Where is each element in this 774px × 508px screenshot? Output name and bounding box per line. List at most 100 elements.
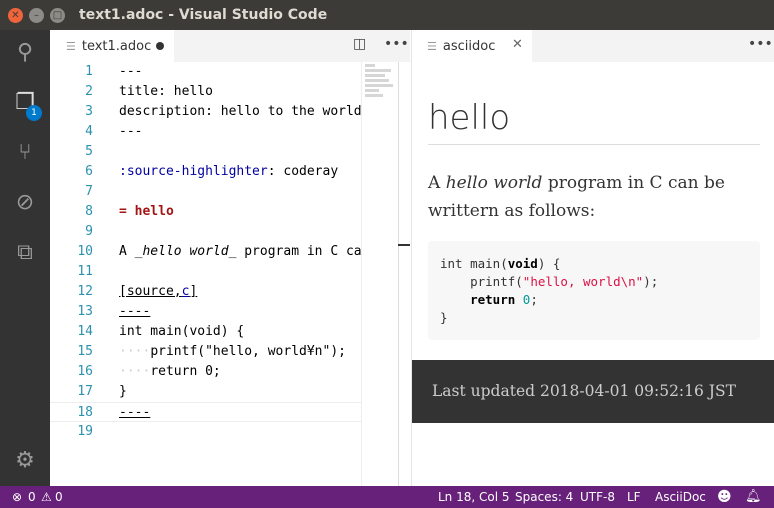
line-text: --- [119,122,142,142]
code-line[interactable]: 13 ---- [50,302,362,322]
line-number: 7 [85,184,93,199]
text: A [428,173,446,193]
line-number: 6 [85,164,93,179]
feedback-smiley-icon[interactable]: ☻ [717,486,732,508]
code-line[interactable]: 6 :source-highlighter: coderay [50,162,362,182]
activity-bar: ⚲ ❐ 1 ⑂ ⊘ ⧉ ⚙ [0,30,50,486]
scroll-position-marker [398,244,410,246]
token: ] [189,284,198,299]
token: ···· [119,364,151,379]
token: :source-highlighter [119,164,268,179]
editor-tab-bar: ☰ text1.adoc ◫ ••• [50,30,410,62]
line-number: 4 [85,124,93,139]
tab-label: asciidoc [442,38,496,54]
title-bar: ✕ – □ text1.adoc - Visual Studio Code [0,0,774,30]
token: } [119,384,127,399]
code-line[interactable]: 18 ---- [50,402,362,422]
extensions-icon[interactable]: ⧉ [10,238,40,268]
minimap[interactable] [362,62,398,486]
preview-tab-bar: ☰ asciidoc ✕ ••• [412,30,774,62]
language-mode[interactable]: AsciiDoc [655,486,706,508]
notifications-bell-icon[interactable]: 🔔︎ [745,486,762,508]
indentation[interactable]: Spaces: 4 [515,486,573,508]
debug-icon[interactable]: ⊘ [10,188,40,218]
code-line[interactable]: 8 = hello [50,202,362,222]
line-text: ---- [119,302,150,322]
code-line[interactable]: 16 ····return 0; [50,362,362,382]
code-line[interactable]: 14 int main(void) { [50,322,362,342]
code-line[interactable]: 3 description: hello to the world [50,102,362,122]
preview-footer: Last updated 2018-04-01 09:52:16 JST [412,360,774,423]
minimize-window-button[interactable]: – [29,7,44,23]
vertical-scrollbar[interactable] [398,62,399,486]
line-number: 18 [77,405,93,420]
line-text: } [119,382,127,402]
code-line[interactable]: 4 --- [50,122,362,142]
token: return 0; [150,364,221,379]
token: [source, [119,284,182,299]
status-bar: ⊗ 0 ⚠ 0 Ln 18, Col 5 Spaces: 4 UTF-8 LF … [0,486,774,508]
line-text: [source,c] [119,282,197,302]
line-text: ····printf("hello, world¥n"); [119,342,346,362]
token: _hello world_ [134,244,237,259]
line-number: 3 [85,104,93,119]
code-line[interactable]: 12 [source,c] [50,282,362,302]
window-title: text1.adoc - Visual Studio Code [79,7,328,23]
line-text: int main(void) { [119,322,244,342]
explorer-badge: 1 [26,105,42,121]
source-control-icon[interactable]: ⑂ [10,138,40,168]
unsaved-dot-icon[interactable] [156,42,164,50]
code-line[interactable]: 2 title: hello [50,82,362,102]
gear-icon[interactable]: ⚙ [10,446,40,476]
token: ---- [119,405,151,420]
error-count[interactable]: 0 [28,486,36,508]
token: --- [119,124,143,139]
token: printf("hello, world¥n"); [150,344,346,359]
code-line[interactable]: 5 [50,142,362,162]
code-line[interactable]: 17} [50,382,362,402]
split-editor-icon[interactable]: ◫ [353,36,366,52]
line-number: 10 [77,244,93,259]
line-number: 12 [77,284,93,299]
code-line[interactable]: 11 [50,262,362,282]
close-window-button[interactable]: ✕ [8,7,23,23]
line-number: 5 [85,144,93,159]
line-number: 9 [85,224,93,239]
code-line[interactable]: 10 A _hello world_ program in C can [50,242,369,262]
encoding[interactable]: UTF-8 [580,486,615,508]
cursor-position[interactable]: Ln 18, Col 5 [438,486,510,508]
file-lines-icon: ☰ [427,39,437,53]
code-line[interactable]: 7 [50,182,362,202]
token: ···· [119,344,151,359]
line-number: 14 [77,324,93,339]
code-line[interactable]: 1 --- [50,62,362,82]
line-number: 8 [85,204,93,219]
close-icon[interactable]: ✕ [512,37,523,52]
code-lines[interactable]: 1 --- 2 title: hello 3 description: hello to … [50,62,369,442]
token: program in C can [236,244,370,259]
line-text: --- [119,62,142,82]
more-actions-icon[interactable]: ••• [748,36,773,52]
code-line[interactable]: 9 [50,222,362,242]
more-actions-icon[interactable]: ••• [384,36,409,52]
code-line[interactable]: 15 ····printf("hello, world¥n"); [50,342,362,362]
line-text: description: hello to the world [119,102,362,122]
tab-label: text1.adoc [81,38,152,54]
code-line[interactable]: 19 [50,422,362,442]
token: description: hello to the world [119,104,362,119]
line-ending[interactable]: LF [627,486,641,508]
warning-icon[interactable]: ⚠ [41,486,52,508]
preview-paragraph: A hello world program in C can be writte… [428,169,758,225]
search-icon[interactable]: ⚲ [10,38,40,68]
maximize-window-button[interactable]: □ [50,7,65,23]
line-number: 19 [77,424,93,439]
line-text: = hello [119,202,174,222]
line-text: A _hello world_ program in C can [119,242,369,262]
warning-count[interactable]: 0 [55,486,63,508]
line-text: ---- [119,403,150,423]
token: ---- [119,304,151,319]
line-number: 11 [77,264,93,279]
error-icon[interactable]: ⊗ [12,486,22,508]
line-text: :source-highlighter: coderay [119,162,338,182]
line-text: title: hello [119,82,213,102]
